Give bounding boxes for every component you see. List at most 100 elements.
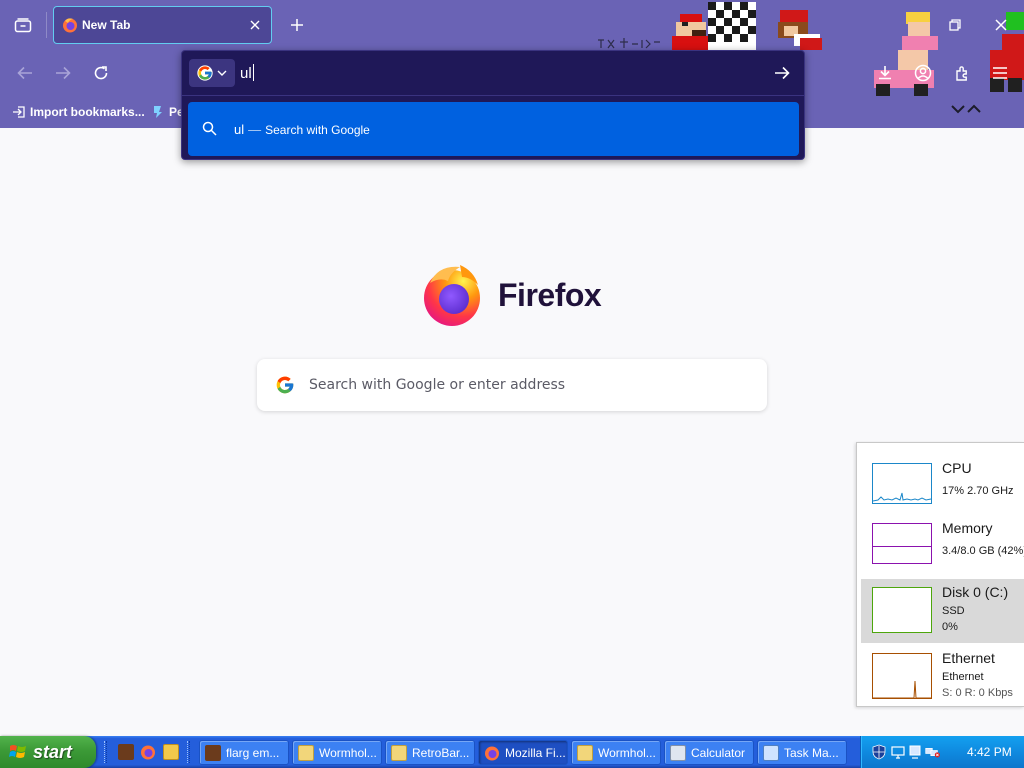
bookmark-import[interactable]: Import bookmarks...	[12, 103, 145, 121]
start-label: start	[33, 741, 73, 762]
taskbar-button-label: Task Ma...	[784, 745, 839, 760]
calculator-icon	[670, 744, 686, 761]
perf-row-disk[interactable]: Disk 0 (C:) SSD 0%	[861, 579, 1024, 643]
close-tab-icon[interactable]	[245, 15, 265, 35]
memory-detail: 3.4/8.0 GB (42%)	[942, 545, 1024, 557]
theme-kart-sprites	[778, 10, 822, 50]
address-input[interactable]	[240, 60, 760, 86]
brand-wordmark: Firefox	[498, 277, 602, 313]
chevron-down-icon	[217, 70, 227, 76]
taskbar-button-label: RetroBar...	[412, 745, 470, 760]
bookmark-item[interactable]: Pe	[151, 103, 184, 121]
quick-launch-folder-icon[interactable]	[163, 744, 179, 760]
disk-title: Disk 0 (C:)	[942, 584, 1009, 600]
firefox-brand: Firefox	[420, 263, 620, 327]
start-button[interactable]: start	[0, 736, 96, 768]
perf-row-ethernet[interactable]: Ethernet Ethernet S: 0 R: 0 Kbps	[861, 645, 1024, 706]
quick-launch-game-icon[interactable]	[118, 744, 134, 760]
ethernet-graph	[872, 653, 932, 699]
tab-new-tab[interactable]: New Tab	[53, 6, 272, 44]
theme-kart-sprites	[902, 12, 938, 50]
task-manager-icon	[763, 744, 779, 761]
bookmark-favicon-icon	[154, 106, 162, 118]
memory-graph	[872, 523, 932, 564]
system-tray: 4:42 PM	[860, 736, 1024, 768]
forward-arrow-icon[interactable]	[50, 61, 76, 85]
address-bar-popup: ul—Search with Google	[181, 50, 805, 160]
tab-bar: New Tab	[0, 0, 1024, 50]
divider	[182, 95, 804, 96]
suggestion-separator: —	[248, 122, 262, 137]
windows-logo-icon	[9, 745, 26, 758]
download-icon[interactable]	[873, 61, 897, 85]
hamburger-menu-icon[interactable]	[988, 61, 1012, 85]
close-window-icon[interactable]	[990, 14, 1012, 36]
suggestion-query: ul	[234, 122, 245, 137]
suggestion-action: Search with Google	[265, 123, 370, 137]
disk-usage: 0%	[942, 621, 958, 633]
document-icon	[391, 744, 407, 761]
theme-kart-sprites	[672, 2, 756, 50]
taskbar: start flarg em... Wormhol... RetroBar...…	[0, 736, 1024, 768]
network-disconnected-icon[interactable]	[925, 744, 941, 760]
game-icon	[205, 744, 221, 761]
restore-window-icon[interactable]	[944, 14, 966, 36]
theme-pixel-art	[951, 104, 981, 114]
ethernet-title: Ethernet	[942, 650, 995, 666]
taskbar-button-calculator[interactable]: Calculator	[664, 740, 754, 765]
firefox-icon	[62, 17, 78, 37]
tab-title: New Tab	[82, 18, 131, 32]
taskbar-button-label: flarg em...	[226, 745, 280, 760]
toolbar-grip[interactable]	[187, 741, 190, 763]
new-tab-search-input[interactable]	[309, 372, 749, 398]
monitor-icon[interactable]	[907, 744, 923, 760]
taskbar-button-label: Mozilla Fi...	[505, 745, 566, 760]
ethernet-name: Ethernet	[942, 671, 984, 683]
taskbar-button-retrobar[interactable]: RetroBar...	[385, 740, 475, 765]
reload-icon[interactable]	[88, 61, 114, 85]
security-shield-icon[interactable]	[871, 744, 887, 760]
taskbar-button-flarg[interactable]: flarg em...	[199, 740, 289, 765]
taskbar-button-task-manager[interactable]: Task Ma...	[757, 740, 847, 765]
firefox-icon	[485, 746, 499, 760]
display-icon[interactable]	[890, 744, 906, 760]
perf-row-memory[interactable]: Memory 3.4/8.0 GB (42%)	[861, 515, 1024, 579]
new-tab-button[interactable]	[284, 12, 310, 38]
performance-monitor: CPU 17% 2.70 GHz Memory 3.4/8.0 GB (42%)…	[856, 442, 1024, 707]
extensions-icon[interactable]	[950, 61, 974, 85]
suggestion-text: ul — Search with Google	[234, 122, 370, 137]
taskbar-button-label: Wormhol...	[598, 745, 656, 760]
import-icon	[13, 106, 25, 118]
google-icon	[276, 376, 294, 394]
tab-overview-icon[interactable]	[6, 9, 40, 41]
account-icon[interactable]	[911, 61, 935, 85]
clock[interactable]: 4:42 PM	[967, 745, 1012, 759]
text-cursor	[253, 64, 254, 81]
disk-type: SSD	[942, 605, 965, 617]
taskbar-button-label: Wormhol...	[319, 745, 377, 760]
taskbar-button-firefox[interactable]: Mozilla Fi...	[478, 740, 568, 765]
go-arrow-icon[interactable]	[770, 61, 794, 85]
toolbar-grip[interactable]	[104, 741, 107, 763]
tab-separator	[46, 12, 47, 38]
cpu-graph	[872, 463, 932, 504]
google-icon	[197, 65, 213, 81]
taskbar-button-label: Calculator	[691, 745, 746, 760]
taskbar-button-wormhole-1[interactable]: Wormhol...	[292, 740, 382, 765]
cpu-detail: 17% 2.70 GHz	[942, 485, 1014, 497]
disk-graph	[872, 587, 932, 633]
taskbar-button-wormhole-2[interactable]: Wormhol...	[571, 740, 661, 765]
quick-launch-firefox-icon[interactable]	[140, 744, 156, 760]
perf-row-cpu[interactable]: CPU 17% 2.70 GHz	[861, 455, 1024, 519]
new-tab-search-box[interactable]	[257, 359, 767, 411]
search-engine-selector[interactable]	[189, 59, 235, 87]
notepad-icon	[298, 744, 314, 761]
bookmark-label: Import bookmarks...	[30, 105, 145, 119]
cpu-title: CPU	[942, 460, 972, 476]
theme-pixel-art	[598, 38, 660, 49]
back-arrow-icon[interactable]	[12, 61, 38, 85]
search-suggestion-row[interactable]: ul — Search with Google	[188, 102, 799, 156]
memory-title: Memory	[942, 520, 993, 536]
ethernet-detail: S: 0 R: 0 Kbps	[942, 687, 1013, 699]
notepad-icon	[577, 744, 593, 761]
